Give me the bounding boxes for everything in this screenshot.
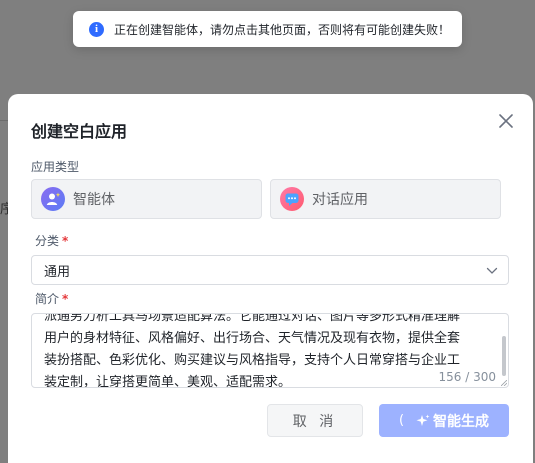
intro-text: 派通男力析工具马场景适配算法。它能通过对话、图片等多形式精准理解 用户的身材特征… [44, 313, 496, 388]
info-icon: i [89, 21, 104, 37]
type-option-chat-app[interactable]: 对话应用 [270, 179, 501, 219]
type-option-label: 对话应用 [312, 192, 368, 208]
app-type-label: 应用类型 [31, 160, 80, 174]
required-mark: * [62, 292, 69, 306]
intro-line: 装定制，让穿搭更简单、美观、适配需求。 [44, 375, 292, 388]
close-icon[interactable] [497, 112, 515, 130]
category-label: 分类 * [35, 232, 68, 249]
generate-button[interactable]: ( 智能生成 [379, 404, 509, 437]
intro-line: 派通男力析工具马场景适配算法。它能通过对话、图片等多形式精准理解 [44, 313, 461, 324]
type-option-agent[interactable]: 智能体 [31, 179, 262, 219]
create-app-dialog: 创建空白应用 应用类型 智能体 对话应用 分类 * 通用 简介 * 派通男力析工… [8, 94, 533, 463]
background-edge-text: 序 [0, 202, 8, 217]
sparkle-icon [416, 414, 430, 428]
intro-line: 装扮搭配、色彩优化、购买建议与风格指导，支持个人日常穿搭与企业工 [44, 353, 461, 368]
loading-spinner-icon: ( [398, 413, 405, 428]
toast-message: 正在创建智能体，请勿点击其他页面，否则将有可能创建失败！ [114, 22, 451, 37]
char-counter: 156 / 300 [434, 370, 496, 384]
dialog-title: 创建空白应用 [31, 122, 128, 141]
intro-label: 简介 * [35, 290, 68, 307]
intro-label-text: 简介 [35, 292, 60, 306]
required-mark: * [62, 234, 69, 248]
type-option-label: 智能体 [73, 192, 115, 208]
intro-textarea[interactable]: 派通男力析工具马场景适配算法。它能通过对话、图片等多形式精准理解 用户的身材特征… [31, 313, 509, 388]
cancel-button[interactable]: 取 消 [267, 404, 363, 437]
creating-toast: i 正在创建智能体，请勿点击其他页面，否则将有可能创建失败！ [73, 11, 462, 47]
agent-avatar-icon [41, 187, 65, 211]
category-label-text: 分类 [35, 234, 60, 248]
chevron-down-icon [486, 267, 498, 274]
resize-handle-icon[interactable] [501, 380, 507, 386]
category-select[interactable]: 通用 [31, 255, 509, 285]
intro-line: 用户的身材特征、风格偏好、出行场合、天气情况及现有衣物，提供全套 [44, 331, 461, 346]
category-select-value: 通用 [44, 264, 71, 280]
textarea-scrollbar[interactable] [502, 336, 506, 376]
chat-app-icon [280, 187, 304, 211]
generate-button-label: 智能生成 [433, 413, 490, 430]
background-divider [0, 120, 8, 121]
